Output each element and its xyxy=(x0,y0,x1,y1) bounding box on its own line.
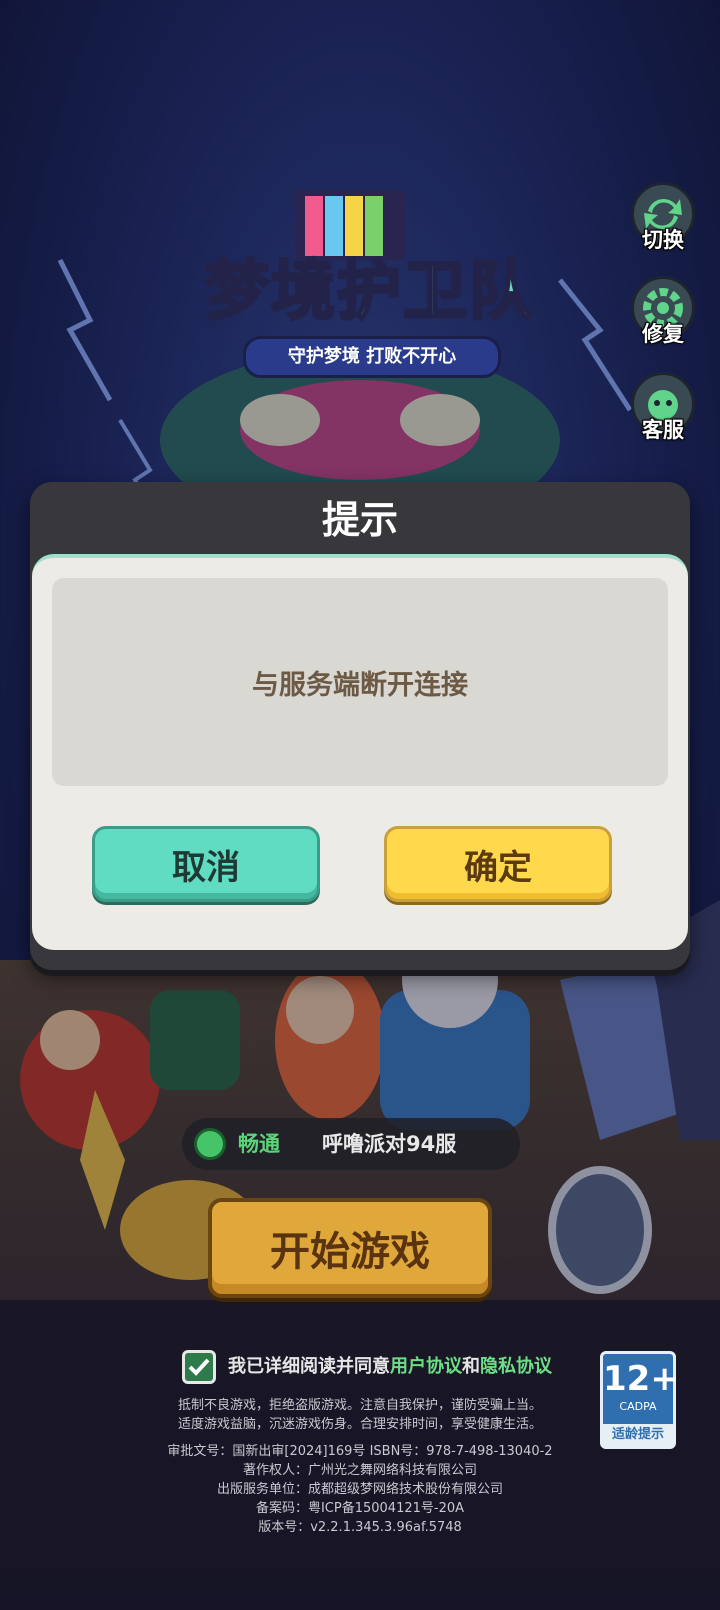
dialog-message: 与服务端断开连接 xyxy=(252,669,468,701)
confirm-button[interactable]: 确定 xyxy=(384,826,612,902)
customer-service-button[interactable]: 客服 xyxy=(628,372,698,456)
checkmark-icon xyxy=(188,1358,210,1376)
server-status: 畅通 xyxy=(238,1132,280,1156)
agreement-prefix: 我已详细阅读并同意 xyxy=(228,1356,390,1377)
alert-dialog: 提示 与服务端断开连接 取消 确定 xyxy=(30,482,690,970)
agreement-text: 我已详细阅读并同意用户协议和隐私协议 xyxy=(228,1350,552,1384)
switch-account-button[interactable]: 切换 xyxy=(628,182,698,266)
agreement-checkbox[interactable] xyxy=(182,1350,216,1384)
start-game-button[interactable]: 开始游戏 xyxy=(208,1198,492,1298)
game-slogan: 守护梦境 打败不开心 xyxy=(243,336,501,378)
user-agreement-link[interactable]: 用户协议 xyxy=(390,1356,462,1377)
notice-line-1: 抵制不良游戏，拒绝盗版游戏。注意自我保护，谨防受骗上当。 xyxy=(177,1398,542,1413)
age-rating-number: 12+ xyxy=(603,1359,679,1399)
agreement-and: 和 xyxy=(462,1356,480,1377)
privacy-agreement-link[interactable]: 隐私协议 xyxy=(480,1356,552,1377)
game-logo: 梦境护卫队 守护梦境 打败不开心 xyxy=(165,190,575,390)
server-selector[interactable]: 畅通 呼噜派对94服 xyxy=(182,1118,520,1170)
version-number: 版本号：v2.2.1.345.3.96af.5748 xyxy=(258,1520,462,1535)
switch-label: 切换 xyxy=(642,228,684,252)
publisher: 出版服务单位：成都超级梦网络技术股份有限公司 xyxy=(216,1482,503,1497)
server-status-dot-icon xyxy=(194,1128,226,1160)
repair-button[interactable]: 修复 xyxy=(628,276,698,360)
dialog-title: 提示 xyxy=(321,498,398,542)
cancel-button[interactable]: 取消 xyxy=(92,826,320,902)
notice-line-2: 适度游戏益脑，沉迷游戏伤身。合理安排时间，享受健康生活。 xyxy=(177,1417,542,1432)
copyright-holder: 著作权人：广州光之舞网络科技有限公司 xyxy=(242,1463,477,1478)
approval-number: 审批文号：国新出审[2024]169号 ISBN号：978-7-498-1304… xyxy=(167,1444,553,1459)
customer-service-label: 客服 xyxy=(642,418,684,442)
repair-label: 修复 xyxy=(642,322,684,346)
server-name: 呼噜派对94服 xyxy=(322,1132,457,1156)
icp-record: 备案码：粤ICP备15004121号-20A xyxy=(255,1501,465,1516)
message-box: 与服务端断开连接 xyxy=(52,578,668,786)
dialog-body: 与服务端断开连接 取消 确定 xyxy=(32,554,688,950)
game-title: 梦境护卫队 xyxy=(204,254,535,331)
